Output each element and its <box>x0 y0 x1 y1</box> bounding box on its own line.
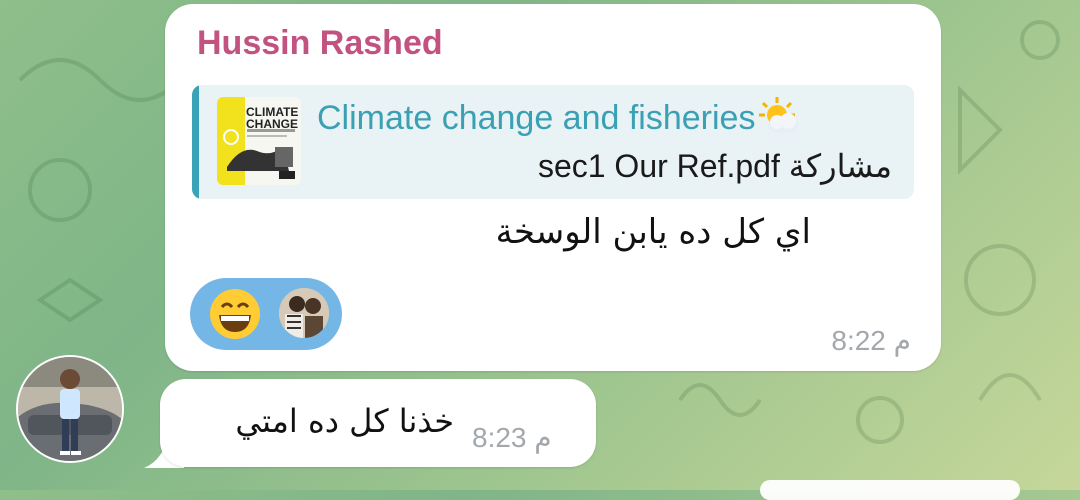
message-text: خذنا كل ده امتي <box>235 402 454 440</box>
reactions-pill[interactable] <box>190 278 342 350</box>
reply-accent-bar <box>192 85 199 199</box>
reactor-avatar[interactable] <box>279 288 329 338</box>
message-time: 8:22 م <box>831 325 911 356</box>
message-bubble[interactable]: خذنا كل ده امتي 8:23 م <box>160 379 596 467</box>
reply-preview[interactable]: CLIMATE CHANGE Climate change and fisher… <box>192 85 914 199</box>
thumb-title: CLIMATE CHANGE <box>246 105 299 131</box>
grinning-face-icon[interactable] <box>208 287 262 341</box>
next-message-bubble-edge <box>760 480 1020 500</box>
reply-title-text: Climate change and fisheries <box>317 99 756 137</box>
message-text: اي كل ده يابن الوسخة <box>495 212 811 252</box>
sender-name[interactable]: Hussin Rashed <box>197 24 443 63</box>
message-time: 8:23 م <box>472 422 552 453</box>
reply-subtitle: sec1 Our Ref.pdf مشاركة <box>537 148 892 184</box>
reply-title: Climate change and fisheries <box>317 95 801 138</box>
document-cover-icon: CLIMATE CHANGE <box>217 97 301 185</box>
sender-avatar[interactable] <box>16 355 124 463</box>
sun-behind-cloud-icon <box>759 97 799 133</box>
message-bubble[interactable]: Hussin Rashed CLIMATE CHANGE Climate cha… <box>165 4 941 371</box>
